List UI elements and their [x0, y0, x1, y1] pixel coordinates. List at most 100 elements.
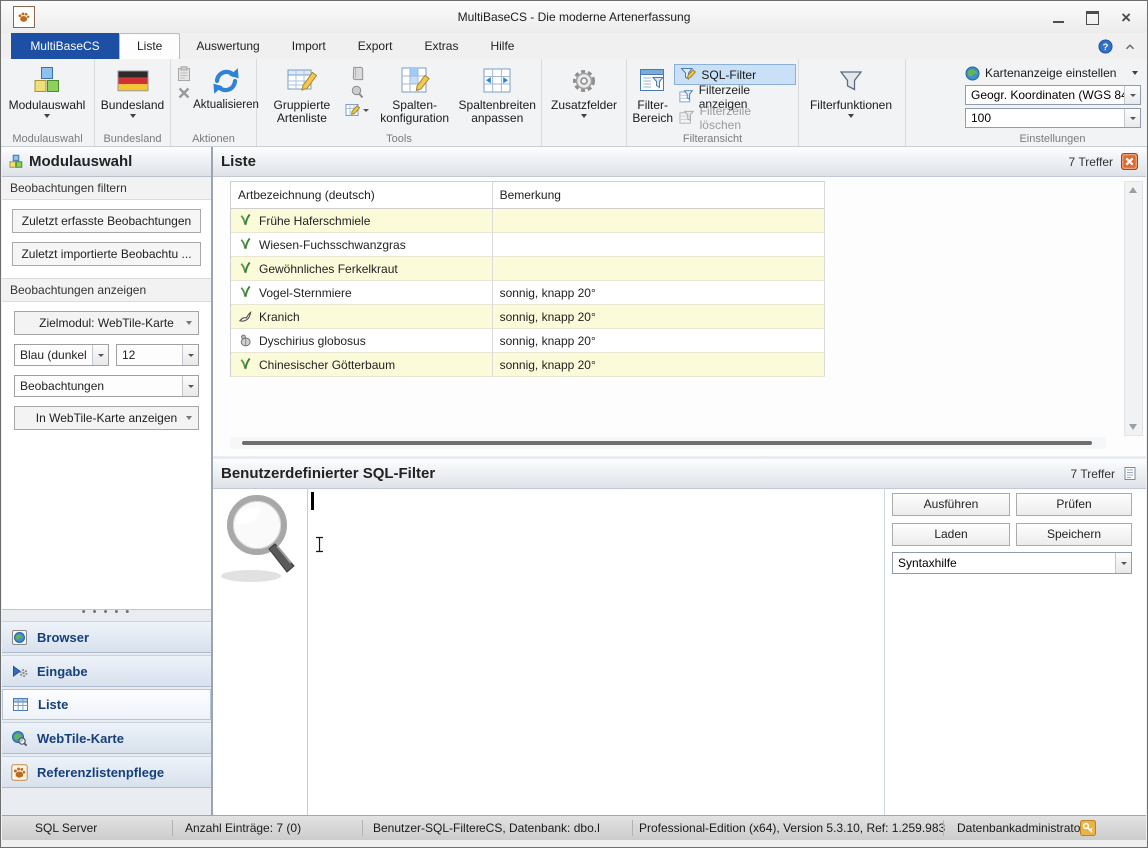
tab-hilfe[interactable]: Hilfe — [474, 34, 530, 59]
pruefen-button[interactable]: Prüfen — [1016, 493, 1132, 516]
sidebar-content: Beobachtungen filtern Zuletzt erfasste B… — [2, 177, 211, 610]
spaltenkonfiguration-label: Spalten-konfiguration — [374, 99, 456, 125]
close-button[interactable]: × — [1121, 12, 1131, 24]
sidebar-splitter[interactable]: • • • • • — [2, 609, 211, 619]
column-header-bemerkung[interactable]: Bemerkung — [493, 182, 825, 208]
ribbon-group-filteransicht: Filter-Bereich SQL-Filter Filt — [627, 59, 799, 146]
horizontal-scrollbar-thumb[interactable] — [242, 441, 1092, 445]
section-beobachtungen-anzeigen: Beobachtungen anzeigen — [2, 278, 211, 302]
svg-text:?: ? — [1103, 42, 1109, 52]
module-eingabe[interactable]: Eingabe — [2, 655, 211, 687]
ribbon: Modulauswahl Modulauswahl Bundesland — [1, 59, 1147, 147]
table-row[interactable]: Wiesen-Fuchsschwanzgras — [231, 233, 825, 257]
restore-button[interactable] — [1086, 11, 1099, 25]
section-beobachtungen-filtern: Beobachtungen filtern — [2, 177, 211, 200]
modulauswahl-button[interactable]: Modulauswahl — [3, 61, 91, 131]
species-name-cell: Gewöhnliches Ferkelkraut — [259, 262, 398, 276]
zuletzt-importierte-button[interactable]: Zuletzt importierte Beobachtu ... — [12, 242, 201, 266]
zusatzfelder-button[interactable]: Zusatzfelder — [544, 61, 624, 131]
sql-editor-area[interactable]: Ausführen Prüfen Laden Speichern Syntaxh… — [213, 488, 1146, 816]
farbe-dropdown-arrow[interactable] — [92, 345, 108, 365]
tab-extras[interactable]: Extras — [408, 34, 474, 59]
webtile-anzeigen-dropdown[interactable]: In WebTile-Karte anzeigen — [14, 406, 199, 430]
kartenanzeige-button[interactable]: Kartenanzeige einstellen — [965, 64, 1141, 82]
groesse-dropdown-arrow[interactable] — [182, 345, 198, 365]
sidebar-header: Modulauswahl — [2, 147, 211, 177]
cubes-icon — [31, 63, 63, 99]
filterfunktionen-button[interactable]: Filterfunktionen — [801, 61, 901, 131]
table-row[interactable]: Kranich sonnig, knapp 20° — [231, 305, 825, 329]
window-bottom-strip — [2, 840, 1146, 846]
vertical-scrollbar[interactable] — [1124, 181, 1143, 436]
spaltenkonfiguration-button[interactable]: Spalten-konfiguration — [374, 61, 456, 131]
tab-export[interactable]: Export — [342, 34, 409, 59]
scroll-up-arrow[interactable] — [1129, 187, 1137, 193]
syntaxhilfe-select[interactable]: Syntaxhilfe — [892, 552, 1132, 574]
collapse-ribbon-icon[interactable] — [1123, 40, 1137, 54]
status-sql-server: SQL Server — [35, 816, 97, 840]
table-row[interactable]: Chinesischer Götterbaum sonnig, knapp 20… — [231, 353, 825, 377]
help-icon[interactable]: ? — [1098, 39, 1113, 54]
filterzeile-loeschen-button[interactable]: Filterzeile löschen — [674, 108, 796, 127]
horizontal-scrollbar[interactable] — [230, 437, 1106, 449]
typ-select[interactable]: Beobachtungen — [14, 375, 199, 397]
aktualisieren-button[interactable]: Aktualisieren — [195, 61, 257, 131]
speichern-button[interactable]: Speichern — [1016, 523, 1132, 546]
table-row[interactable]: Dyschirius globosus sonnig, knapp 20° — [231, 329, 825, 353]
zuletzt-erfasste-button[interactable]: Zuletzt erfasste Beobachtungen — [12, 209, 201, 233]
tab-liste[interactable]: Liste — [119, 33, 180, 59]
filter-bereich-label: Filter-Bereich — [631, 99, 674, 125]
module-webtile-karte[interactable]: WebTile-Karte — [2, 722, 211, 754]
book-icon[interactable] — [349, 65, 366, 82]
modulauswahl-label: Modulauswahl — [9, 99, 86, 112]
table-row[interactable]: Vogel-Sternmiere sonnig, knapp 20° — [231, 281, 825, 305]
tab-multibasecs[interactable]: MultiBaseCS — [11, 33, 119, 59]
browser-icon — [11, 629, 28, 646]
result-list-icon[interactable] — [1123, 466, 1138, 481]
farbe-select[interactable]: Blau (dunkel — [14, 344, 109, 366]
status-anzahl-eintraege: Anzahl Einträge: 7 (0) — [185, 816, 301, 840]
syntaxhilfe-dropdown-arrow[interactable] — [1115, 553, 1131, 573]
bemerkung-cell — [493, 257, 825, 280]
sidebar-title: Modulauswahl — [29, 153, 132, 170]
module-list: Browser Eingabe Liste — [2, 621, 211, 790]
zielmodul-dropdown[interactable]: Zielmodul: WebTile-Karte — [14, 311, 199, 335]
module-liste[interactable]: Liste — [2, 689, 211, 720]
species-type-icon — [238, 237, 253, 252]
module-liste-label: Liste — [38, 697, 68, 712]
scroll-down-arrow[interactable] — [1129, 424, 1137, 430]
group-label-bundesland: Bundesland — [95, 133, 170, 145]
minimize-button[interactable] — [1053, 21, 1064, 23]
mini-grid-edit-button[interactable] — [345, 102, 369, 118]
tab-auswertung[interactable]: Auswertung — [180, 34, 275, 59]
pin-icon[interactable] — [349, 84, 365, 100]
koordinaten-select[interactable]: Geogr. Koordinaten (WGS 84 — [965, 85, 1141, 105]
tab-import[interactable]: Import — [276, 34, 342, 59]
table-row[interactable]: Gewöhnliches Ferkelkraut — [231, 257, 825, 281]
column-header-art[interactable]: Artbezeichnung (deutsch) — [231, 182, 493, 208]
module-referenzlistenpflege[interactable]: Referenzlistenpflege — [2, 756, 211, 788]
species-type-icon — [238, 309, 253, 324]
clear-x-icon[interactable] — [176, 85, 192, 101]
typ-dropdown-arrow[interactable] — [182, 376, 198, 396]
paste-icon[interactable] — [175, 65, 193, 83]
species-type-icon — [238, 213, 253, 228]
paw-icon — [11, 764, 28, 781]
gruppierte-artenliste-button[interactable]: Gruppierte Artenliste — [263, 61, 341, 131]
filter-bereich-button[interactable]: Filter-Bereich — [631, 61, 674, 131]
funnel-icon — [838, 63, 864, 99]
zoom-select[interactable]: 100 — [965, 108, 1141, 128]
laden-button[interactable]: Laden — [892, 523, 1010, 546]
aktualisieren-label: Aktualisieren — [193, 99, 259, 112]
ausfuehren-button[interactable]: Ausführen — [892, 493, 1010, 516]
main-area: Liste 7 Treffer Artbezeichnung (deutsch)… — [213, 147, 1146, 816]
koordinaten-dropdown-arrow[interactable] — [1124, 86, 1140, 104]
module-browser[interactable]: Browser — [2, 621, 211, 653]
groesse-select[interactable]: 12 — [116, 344, 199, 366]
close-panel-icon[interactable] — [1121, 153, 1138, 170]
table-row[interactable]: Frühe Haferschmiele — [231, 209, 825, 233]
key-icon — [1080, 820, 1096, 836]
zoom-dropdown-arrow[interactable] — [1124, 109, 1140, 127]
spaltenbreiten-button[interactable]: Spaltenbreiten anpassen — [455, 61, 539, 131]
bundesland-button[interactable]: Bundesland — [97, 61, 168, 131]
